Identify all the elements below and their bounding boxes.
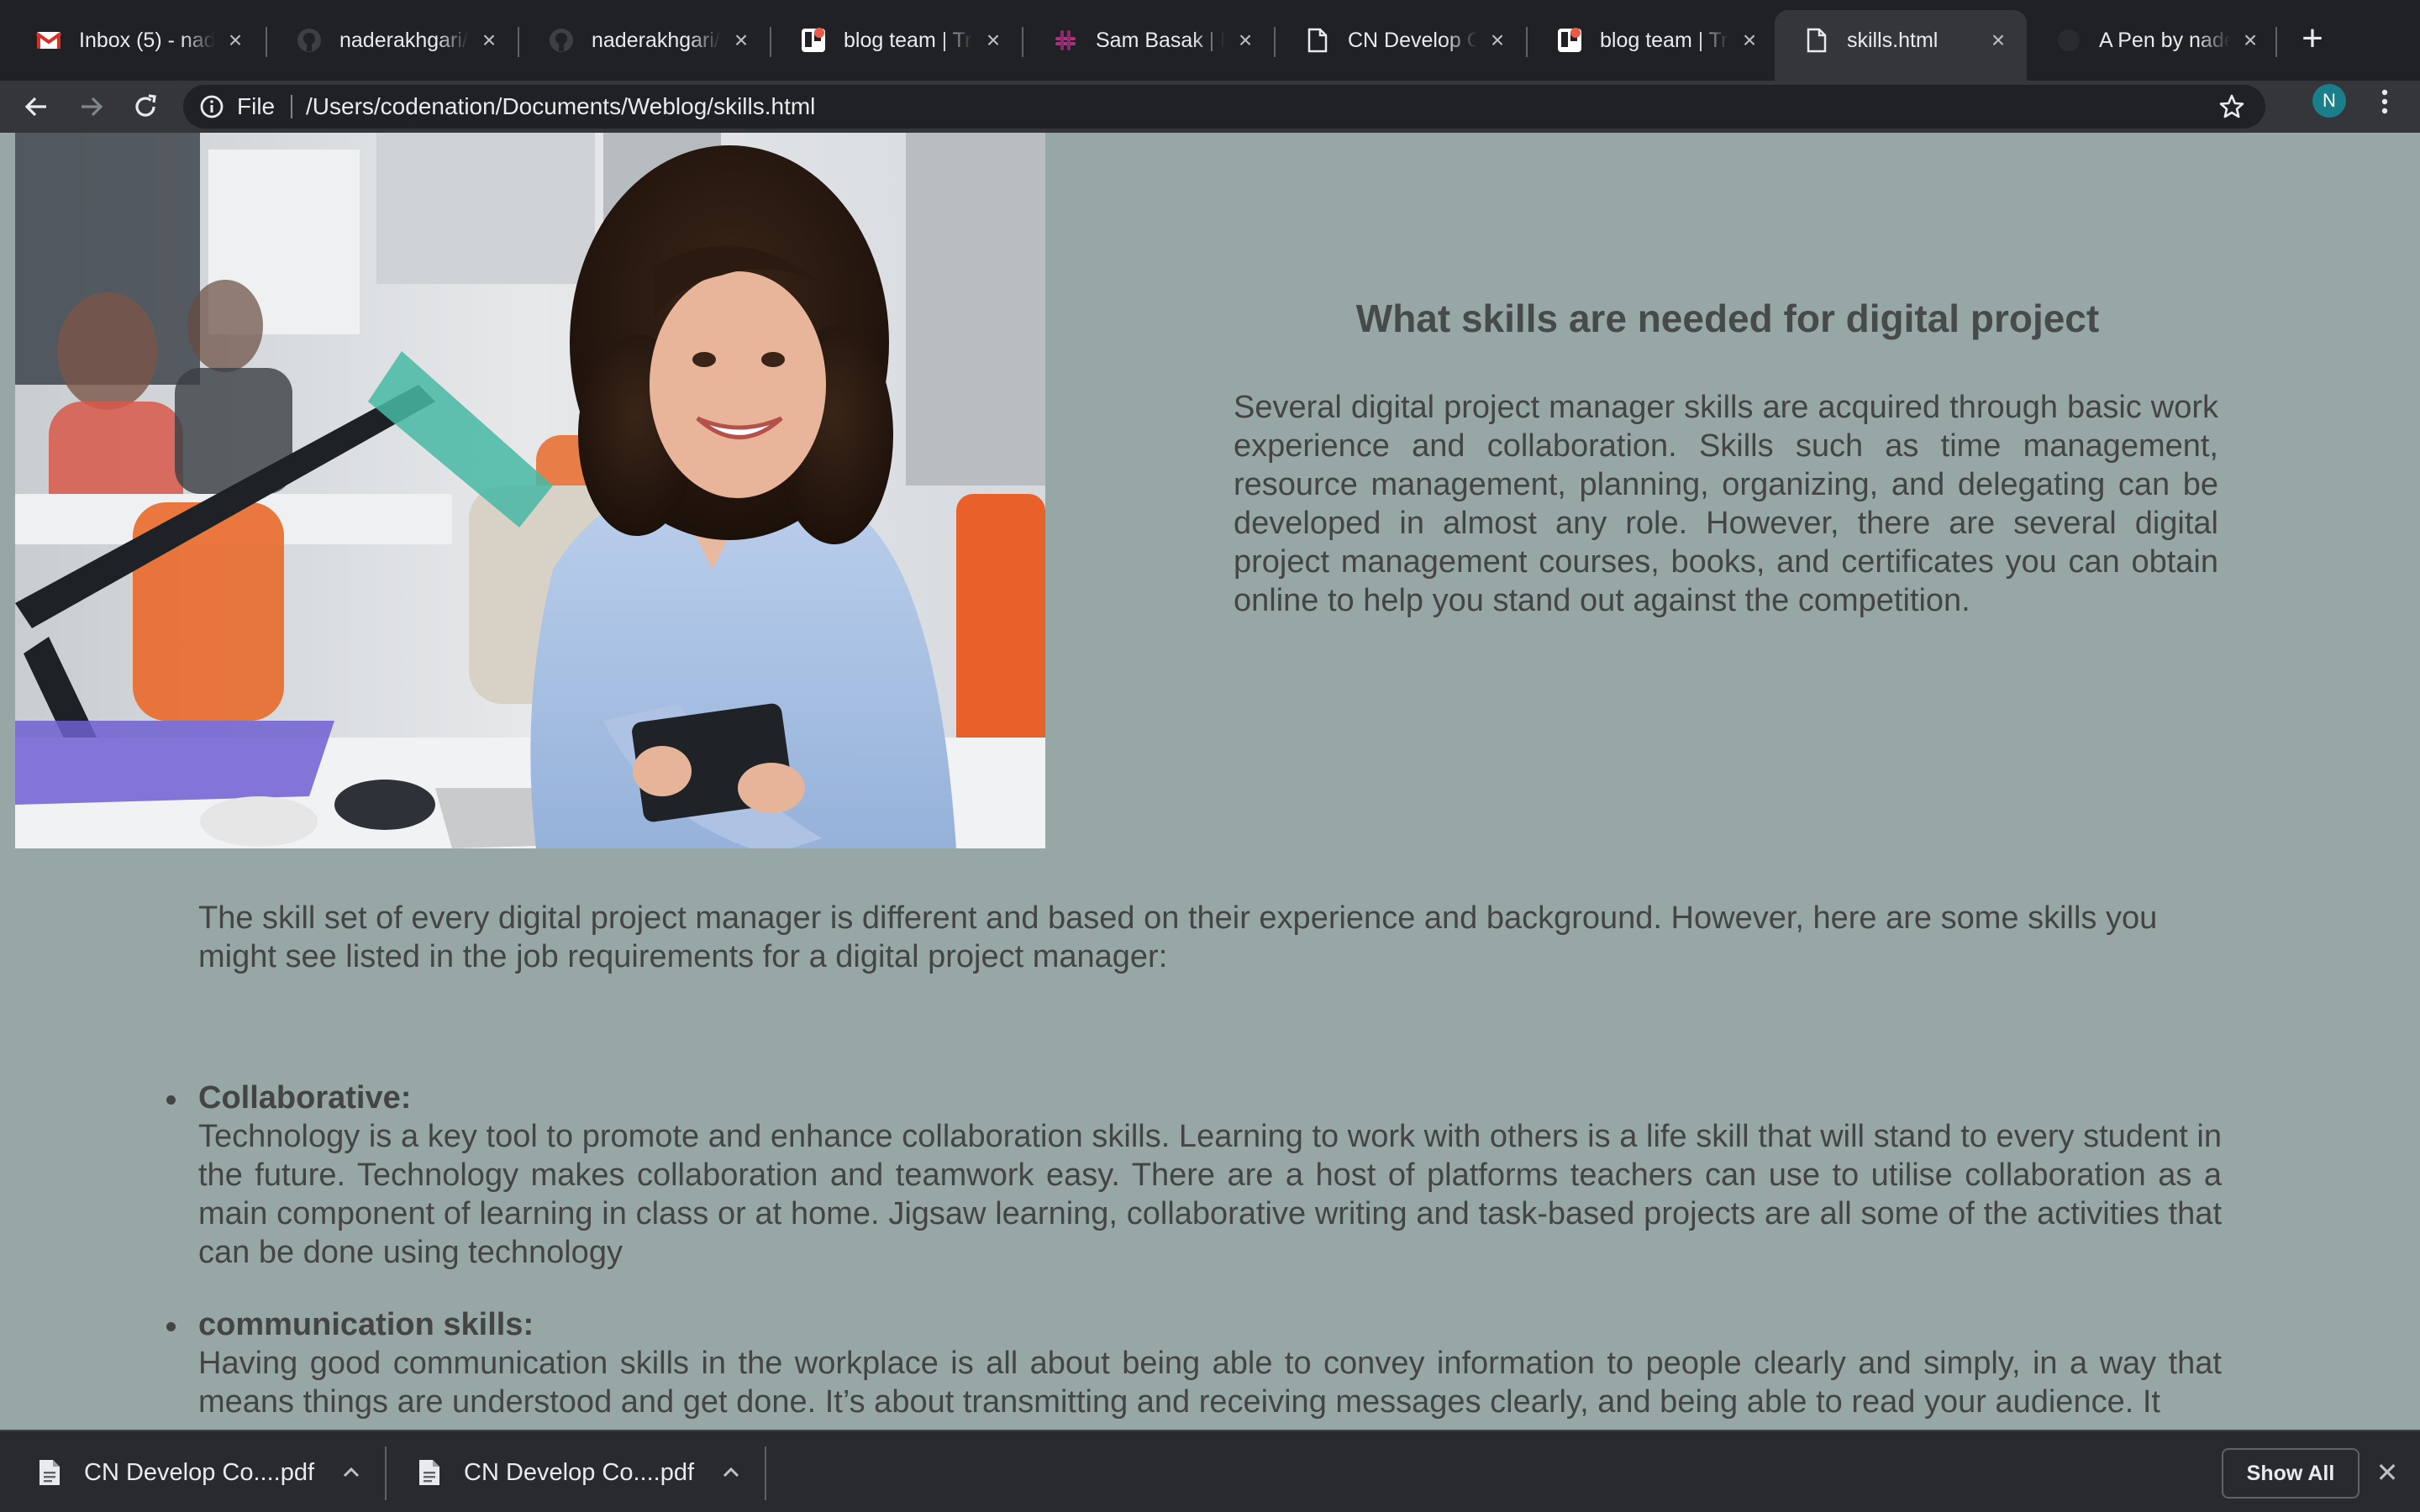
tab-title: naderakhgari/Weblog	[339, 28, 469, 52]
close-icon[interactable]: ✕	[2375, 1459, 2400, 1486]
pdf-file-icon	[419, 1460, 439, 1485]
skill-label: communication skills:	[198, 1307, 534, 1342]
chevron-up-icon[interactable]	[339, 1461, 363, 1484]
hero-photo-woman-with-tablet	[15, 133, 1045, 848]
arrow-left-icon	[24, 97, 46, 117]
chevron-up-icon[interactable]	[719, 1461, 743, 1484]
download-filename: CN Develop Co....pdf	[84, 1458, 315, 1486]
slack-icon	[1052, 27, 1079, 54]
github-icon	[296, 27, 323, 54]
back-button[interactable]	[17, 87, 55, 126]
tab-skills-html[interactable]: skills.html ×	[1775, 10, 2027, 81]
skill-label: Collaborative:	[198, 1080, 412, 1116]
tab-close-icon[interactable]: ×	[477, 29, 501, 52]
forward-button[interactable]	[72, 87, 111, 126]
tab-title: A Pen by naderakhgari	[2099, 28, 2230, 52]
tab-codepen[interactable]: A Pen by naderakhgari ×	[2027, 15, 2279, 66]
github-icon	[548, 27, 575, 54]
url-divider	[291, 95, 292, 118]
info-icon[interactable]	[198, 93, 225, 120]
bookmark-star-icon[interactable]	[2218, 93, 2245, 120]
tab-close-icon[interactable]: ×	[2238, 29, 2262, 52]
tab-close-icon[interactable]: ×	[1234, 29, 1257, 52]
url-scheme: File	[237, 93, 276, 119]
gmail-icon	[35, 27, 62, 54]
file-icon	[1803, 27, 1830, 54]
file-icon	[1304, 27, 1331, 54]
tab-github[interactable]: naderakhgari/Weblog ×	[267, 15, 518, 66]
kebab-menu-icon[interactable]	[2371, 87, 2398, 116]
download-separator	[765, 1446, 766, 1500]
tab-title: Inbox (5) - naderakhgari@gmail.com	[79, 28, 215, 52]
url-text[interactable]: /Users/codenation/Documents/Weblog/skill…	[306, 93, 815, 120]
tab-trello[interactable]: blog team | Trello ×	[1528, 15, 1778, 66]
arrow-right-icon	[82, 97, 103, 117]
download-item[interactable]: CN Develop Co....pdf	[37, 1446, 363, 1499]
download-filename: CN Develop Co....pdf	[464, 1458, 695, 1486]
tab-title: skills.html	[1847, 28, 1939, 52]
page-content: What skills are needed for digital proje…	[0, 133, 2420, 1430]
tab-slack[interactable]: Sam Basak | Messages ×	[1023, 15, 1274, 66]
download-separator	[385, 1446, 387, 1500]
tab-title: blog team | Trello	[1600, 28, 1729, 52]
list-item: communication skills: Having good commun…	[166, 1305, 2222, 1421]
codepen-icon	[2055, 27, 2082, 54]
address-bar[interactable]: File /Users/codenation/Documents/Weblog/…	[183, 85, 2265, 129]
tab-close-icon[interactable]: ×	[224, 29, 247, 52]
reload-icon	[135, 94, 156, 117]
tab-cn-develop[interactable]: CN Develop Course ×	[1276, 15, 1526, 66]
page-title: What skills are needed for digital proje…	[1355, 297, 2100, 340]
trello-icon	[800, 27, 827, 54]
intro-section: What skills are needed for digital proje…	[1234, 296, 2218, 620]
trello-icon	[1556, 27, 1583, 54]
tab-github[interactable]: naderakhgari/Weblog ×	[519, 15, 770, 66]
tab-separator	[2275, 27, 2277, 57]
skill-description: Having good communication skills in the …	[198, 1346, 2222, 1420]
browser-toolbar: File /Users/codenation/Documents/Weblog/…	[0, 81, 2420, 133]
tab-trello[interactable]: blog team | Trello ×	[771, 15, 1022, 66]
show-all-button[interactable]: Show All	[2222, 1448, 2360, 1499]
tab-close-icon[interactable]: ×	[981, 29, 1005, 52]
new-tab-button[interactable]: +	[2296, 20, 2329, 57]
skills-list: Collaborative: Technology is a key tool …	[166, 1079, 2222, 1430]
download-item[interactable]: CN Develop Co....pdf	[417, 1446, 743, 1499]
tab-title: blog team | Trello	[844, 28, 973, 52]
tab-close-icon[interactable]: ×	[1486, 29, 1509, 52]
tab-gmail[interactable]: Inbox (5) - naderakhgari@gmail.com ×	[7, 15, 264, 66]
tab-title: CN Develop Course	[1348, 28, 1477, 52]
tab-title: Sam Basak | Messages	[1096, 28, 1225, 52]
tab-close-icon[interactable]: ×	[729, 29, 753, 52]
tab-close-icon[interactable]: ×	[1986, 29, 2010, 52]
tab-close-icon[interactable]: ×	[1738, 29, 1761, 52]
downloads-bar: CN Develop Co....pdf CN Develop Co....pd…	[0, 1430, 2420, 1512]
tab-title: naderakhgari/Weblog	[592, 28, 721, 52]
skill-description: Technology is a key tool to promote and …	[198, 1119, 2222, 1270]
tab-strip: Inbox (5) - naderakhgari@gmail.com × nad…	[0, 0, 2420, 81]
profile-avatar[interactable]: N	[2312, 84, 2346, 118]
list-item: Collaborative: Technology is a key tool …	[166, 1079, 2222, 1272]
intro-paragraph: Several digital project manager skills a…	[1234, 390, 2218, 618]
lead-paragraph: The skill set of every digital project m…	[198, 900, 2158, 974]
reload-button[interactable]	[126, 87, 165, 126]
pdf-file-icon	[39, 1460, 60, 1485]
